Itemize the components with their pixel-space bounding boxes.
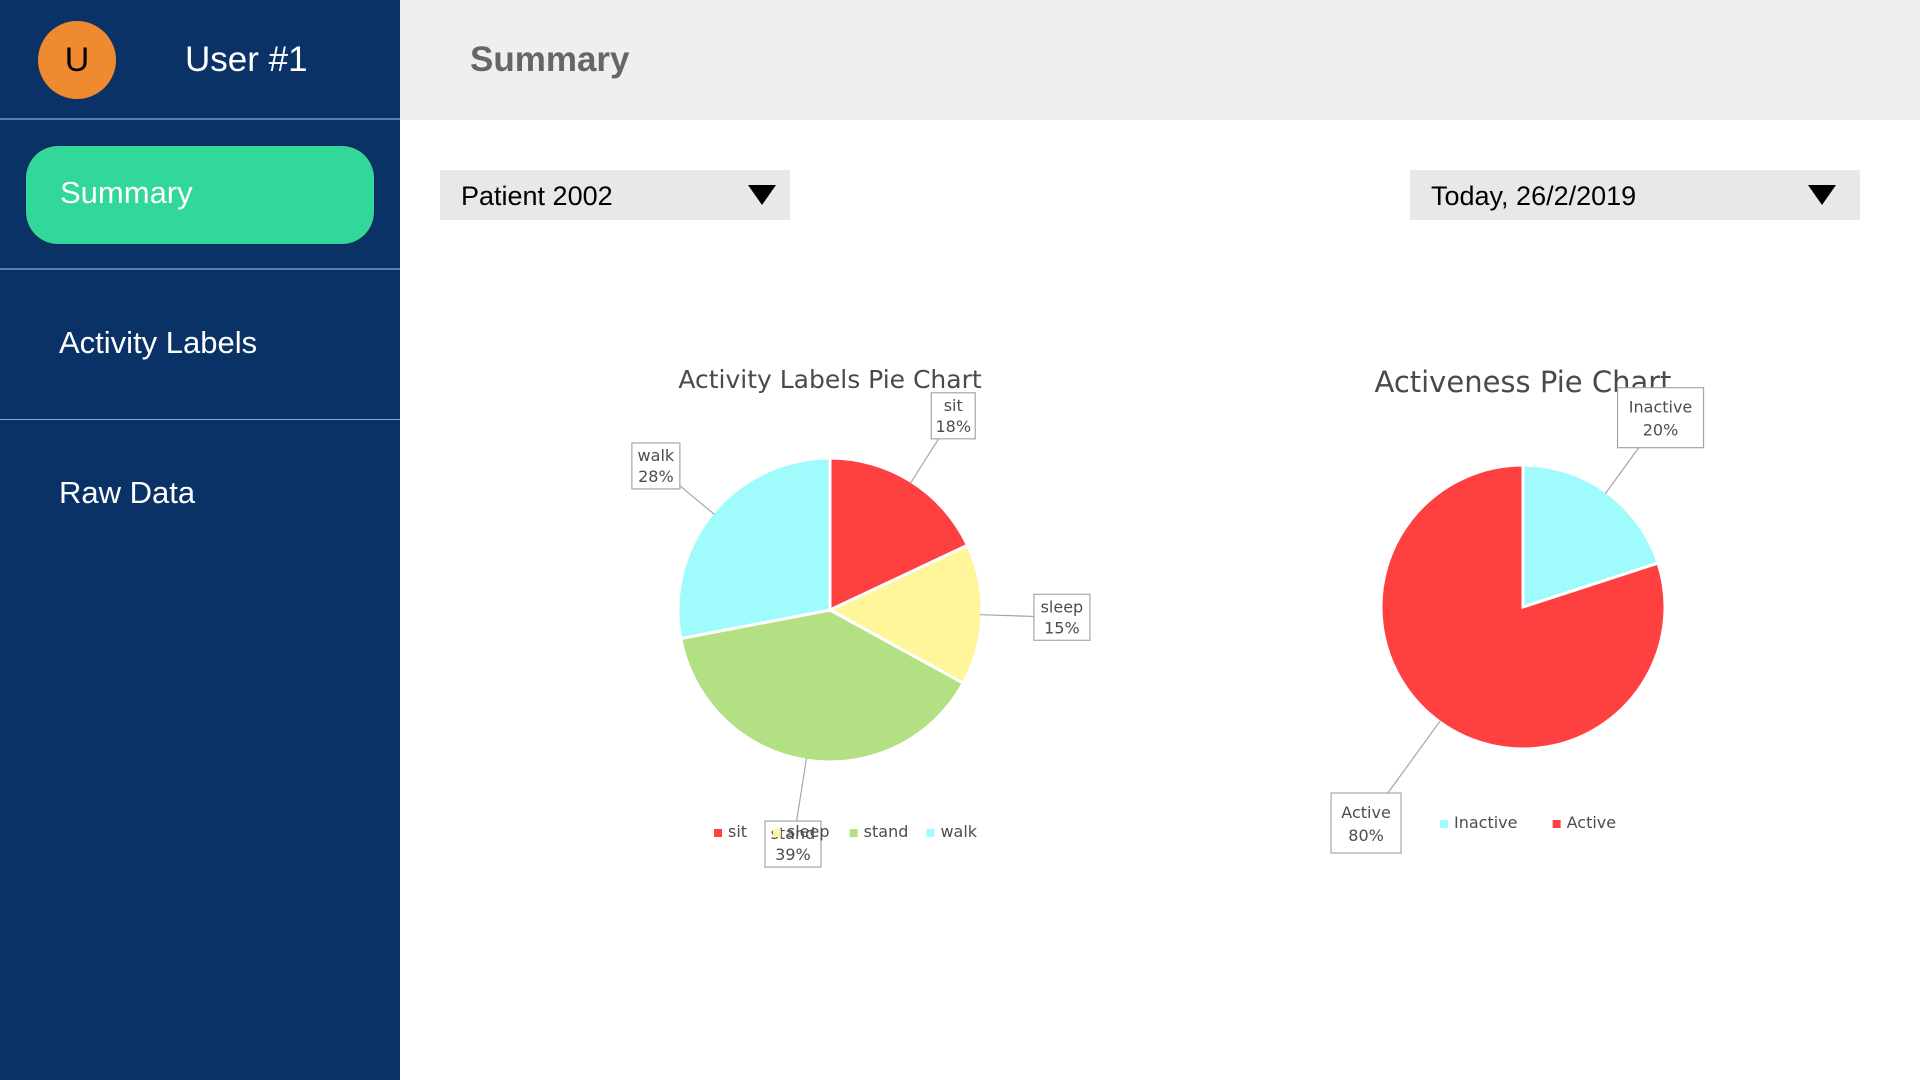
sidebar-item-activity-labels[interactable]: Activity Labels (0, 270, 400, 420)
legend-label: stand (864, 822, 909, 841)
sidebar-item-label: Summary (60, 175, 193, 210)
legend-swatch (926, 829, 935, 837)
activeness-chart: Activeness Pie Chart Inactive20%Active80… (1330, 365, 1705, 854)
legend-item-active: Active (1552, 813, 1617, 832)
data-label-category: Active (1341, 803, 1391, 822)
legend-label: sit (728, 822, 747, 841)
data-label-category: sit (944, 396, 963, 415)
date-dropdown-value: Today, 26/2/2019 (1431, 181, 1637, 211)
triangle-down-icon[interactable] (1808, 185, 1836, 205)
sidebar: U User #1 Summary Activity Labels Raw Da… (0, 0, 400, 1080)
legend-item-stand: stand (849, 822, 909, 841)
legend-swatch (772, 829, 781, 837)
data-label-value: 15% (1044, 618, 1080, 637)
sidebar-item-raw-data[interactable]: Raw Data (0, 420, 400, 570)
legend-label: walk (940, 822, 977, 841)
data-label-value: 18% (935, 417, 971, 436)
data-label-stand: stand39% (764, 758, 822, 868)
legend-swatch (1552, 820, 1561, 828)
legend-item-walk: walk (926, 822, 978, 841)
data-label-walk: walk 28% (631, 442, 715, 515)
activity-labels-chart: Activity Labels Pie Chart sit 18% sleep 15%… (631, 365, 1091, 868)
header-bar: Summary (400, 0, 1920, 120)
data-label-inactive: Inactive 20% (1604, 387, 1705, 495)
data-label-category: Inactive (1629, 398, 1693, 417)
data-label-value: 80% (1348, 826, 1384, 845)
data-label-sit: sit 18% (909, 392, 976, 484)
triangle-down-icon[interactable] (748, 185, 776, 205)
sidebar-item-label: Activity Labels (59, 325, 258, 360)
data-label-value: 20% (1643, 421, 1679, 440)
legend-swatch (714, 829, 722, 837)
user-profile: U User #1 (0, 0, 400, 120)
page-title: Summary (470, 40, 630, 79)
data-label-active: Active 80% (1330, 719, 1442, 854)
date-dropdown[interactable]: Today, 26/2/2019 (1410, 170, 1860, 220)
legend-item-inactive: Inactive (1440, 813, 1518, 832)
chart-title: Activity Labels Pie Chart (678, 365, 982, 394)
legend-label: Inactive (1454, 813, 1518, 832)
sidebar-item-label: Raw Data (59, 475, 196, 510)
data-label-value: 28% (638, 467, 674, 486)
data-label-value: 39% (775, 845, 811, 864)
legend-swatch (849, 829, 858, 837)
legend-item-sit: sit (714, 822, 747, 841)
patient-dropdown-value: Patient 2002 (461, 181, 613, 211)
legend-label: sleep (787, 822, 830, 841)
data-label-sleep: sleep 15% (979, 593, 1091, 641)
data-label-category: sleep (1041, 597, 1084, 616)
avatar[interactable]: U (38, 21, 116, 99)
legend-label: Active (1567, 813, 1617, 832)
user-name: User #1 (185, 40, 308, 79)
pie-slice-walk (676, 456, 832, 641)
patient-dropdown[interactable]: Patient 2002 (440, 170, 790, 220)
sidebar-item-summary[interactable]: Summary (0, 120, 400, 270)
data-label-category: walk (638, 446, 675, 465)
legend-swatch (1440, 820, 1448, 828)
